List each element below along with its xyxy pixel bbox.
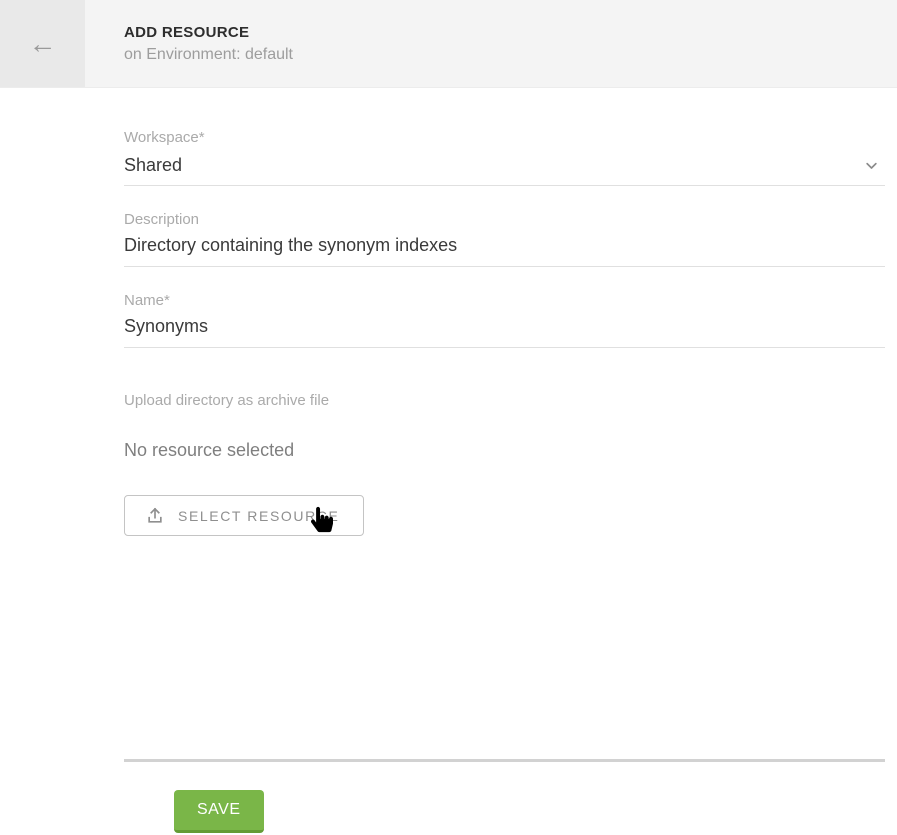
description-field: Description (124, 212, 885, 267)
upload-icon (145, 506, 165, 526)
page-title: ADD RESOURCE (124, 24, 293, 41)
section-divider (124, 759, 885, 762)
header-text: ADD RESOURCE on Environment: default (85, 0, 293, 87)
upload-section-label: Upload directory as archive file (124, 392, 885, 409)
page-subtitle: on Environment: default (124, 46, 293, 64)
back-arrow-icon: ← (29, 30, 57, 58)
name-field: Name* (124, 293, 885, 348)
chevron-down-icon (864, 158, 879, 173)
resource-status-text: No resource selected (124, 440, 885, 461)
workspace-select[interactable]: Shared (124, 153, 885, 186)
description-input[interactable] (124, 228, 885, 267)
workspace-label: Workspace* (124, 130, 885, 146)
save-button[interactable]: SAVE (174, 790, 264, 833)
select-resource-label: SELECT RESOURCE (178, 508, 339, 524)
back-button[interactable]: ← (0, 0, 85, 87)
name-input[interactable] (124, 309, 885, 348)
select-resource-button[interactable]: SELECT RESOURCE (124, 495, 364, 536)
workspace-field: Workspace* Shared (124, 130, 885, 186)
description-label: Description (124, 212, 885, 228)
name-label: Name* (124, 293, 885, 309)
form-content: Workspace* Shared Description Name* Uplo… (0, 130, 897, 833)
page-header: ← ADD RESOURCE on Environment: default (0, 0, 897, 88)
workspace-selected-value: Shared (124, 153, 182, 178)
add-resource-page: ← ADD RESOURCE on Environment: default W… (0, 0, 897, 835)
